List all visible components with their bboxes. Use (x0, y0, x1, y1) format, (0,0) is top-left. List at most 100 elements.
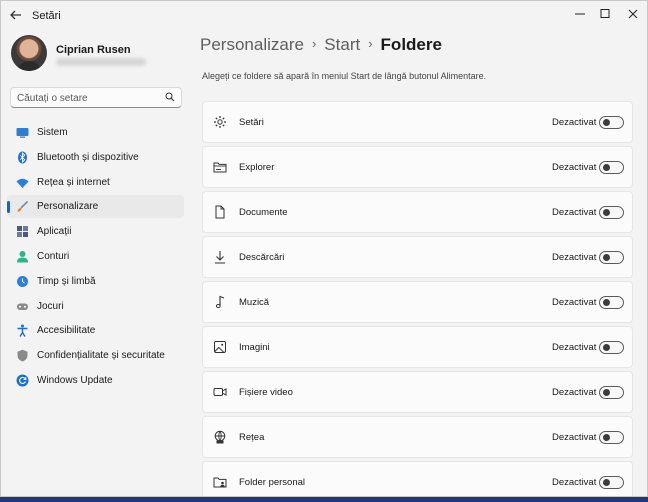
sidebar-item-label: Conturi (37, 250, 70, 262)
minimize-button[interactable] (567, 4, 593, 24)
apps-icon (17, 226, 28, 238)
maximize-icon (600, 9, 610, 18)
sidebar-item-label: Windows Update (37, 374, 113, 386)
toggle-state-label: Dezactivat (552, 387, 597, 398)
toggle-switch[interactable] (599, 161, 624, 174)
toggle-state-label: Dezactivat (552, 297, 597, 308)
breadcrumb-personalizare[interactable]: Personalizare (200, 35, 304, 54)
sidebar-item-sistem[interactable]: Sistem (7, 121, 184, 144)
toggle-switch[interactable] (599, 206, 624, 219)
chevron-right-icon: › (311, 36, 317, 51)
toggle-switch[interactable] (599, 476, 624, 489)
toggle-knob (603, 344, 610, 351)
breadcrumb-start[interactable]: Start (324, 35, 360, 54)
gamepad-icon (17, 303, 28, 310)
maximize-button[interactable] (592, 4, 618, 24)
network-icon (214, 430, 226, 444)
title-bar: Setări (1, 1, 647, 31)
folder-label: Fișiere video (239, 387, 293, 398)
toggle-knob (603, 434, 610, 441)
search-box[interactable] (10, 87, 182, 108)
account-icon (17, 250, 28, 263)
accessibility-icon (17, 324, 28, 338)
toggle-switch[interactable] (599, 431, 624, 444)
wifi-icon (16, 178, 29, 188)
file-explorer-icon (213, 162, 227, 173)
toggle-state-label: Dezactivat (552, 162, 597, 173)
sidebar-item-confidentialitate[interactable]: Confidențialitate și securitate (7, 344, 184, 367)
toggle-knob (603, 209, 610, 216)
image-icon (214, 341, 226, 353)
bluetooth-icon (18, 151, 27, 164)
toggle-knob (603, 254, 610, 261)
sidebar-nav: Sistem Bluetooth și dispozitive Rețea și… (7, 121, 184, 394)
sidebar-item-personalizare[interactable]: Personalizare (7, 195, 184, 219)
sidebar-item-jocuri[interactable]: Jocuri (7, 295, 184, 318)
sidebar-item-accesibilitate[interactable]: Accesibilitate (7, 319, 184, 342)
sidebar-item-label: Jocuri (37, 300, 64, 312)
folder-label: Folder personal (239, 477, 306, 488)
sidebar-item-label: Accesibilitate (37, 325, 96, 337)
download-icon (215, 251, 225, 264)
music-icon (215, 295, 225, 308)
folder-label: Setări (239, 117, 264, 128)
shield-icon (17, 349, 28, 362)
back-button[interactable] (7, 6, 25, 24)
time-language-icon (17, 275, 28, 287)
sidebar-item-label: Aplicații (37, 226, 72, 238)
folder-list: Setări Dezactivat Explorer Dezactivat Do… (202, 101, 633, 496)
search-input[interactable] (17, 91, 162, 105)
video-icon (213, 388, 227, 396)
toggle-knob (603, 479, 610, 486)
search-icon[interactable] (165, 92, 175, 102)
sidebar-item-label: Rețea și internet (37, 176, 110, 188)
folder-row-explorer: Explorer Dezactivat (202, 146, 633, 188)
toggle-switch[interactable] (599, 341, 624, 354)
toggle-knob (603, 299, 610, 306)
folder-row-muzica: Muzică Dezactivat (202, 281, 633, 323)
toggle-knob (603, 389, 610, 396)
toggle-switch[interactable] (599, 386, 624, 399)
sidebar-item-timp[interactable]: Timp și limbă (7, 270, 184, 293)
back-arrow-icon (10, 10, 21, 20)
sidebar-item-aplicatii[interactable]: Aplicații (7, 220, 184, 243)
toggle-switch[interactable] (599, 296, 624, 309)
folder-row-descarcari: Descărcări Dezactivat (202, 236, 633, 278)
toggle-switch[interactable] (599, 116, 624, 129)
toggle-state-label: Dezactivat (552, 342, 597, 353)
folder-row-imagini: Imagini Dezactivat (202, 326, 633, 368)
update-icon (16, 374, 29, 387)
toggle-knob (603, 164, 610, 171)
toggle-state-label: Dezactivat (552, 252, 597, 263)
folder-label: Documente (239, 207, 288, 218)
chevron-right-icon: › (368, 36, 373, 51)
toggle-state-label: Dezactivat (552, 117, 597, 128)
page-title: Foldere (380, 35, 442, 54)
folder-label: Rețea (239, 432, 265, 443)
toggle-knob (603, 119, 610, 126)
toggle-switch[interactable] (599, 251, 624, 264)
brush-icon (17, 201, 29, 213)
avatar[interactable] (11, 35, 47, 71)
system-icon (16, 128, 29, 138)
folder-row-retea: Rețea Dezactivat (202, 416, 633, 458)
folder-row-setari: Setări Dezactivat (202, 101, 633, 143)
folder-label: Muzică (239, 297, 270, 308)
folder-row-fisiere-video: Fișiere video Dezactivat (202, 371, 633, 413)
settings-window: Setări Ciprian Rusen Sistem (0, 0, 648, 497)
personal-folder-icon (213, 477, 227, 488)
app-title: Setări (32, 10, 61, 22)
close-icon (628, 9, 638, 19)
sidebar-item-windows-update[interactable]: Windows Update (7, 369, 184, 392)
close-button[interactable] (620, 4, 646, 24)
user-name: Ciprian Rusen (56, 44, 131, 56)
folder-row-documente: Documente Dezactivat (202, 191, 633, 233)
folder-label: Imagini (239, 342, 270, 353)
user-email-blurred (56, 58, 146, 66)
sidebar-item-conturi[interactable]: Conturi (7, 245, 184, 268)
toggle-state-label: Dezactivat (552, 432, 597, 443)
sidebar-item-retea[interactable]: Rețea și internet (7, 171, 184, 194)
sidebar-item-label: Personalizare (37, 201, 99, 213)
settings-gear-icon (214, 116, 226, 128)
sidebar-item-bluetooth[interactable]: Bluetooth și dispozitive (7, 146, 184, 169)
